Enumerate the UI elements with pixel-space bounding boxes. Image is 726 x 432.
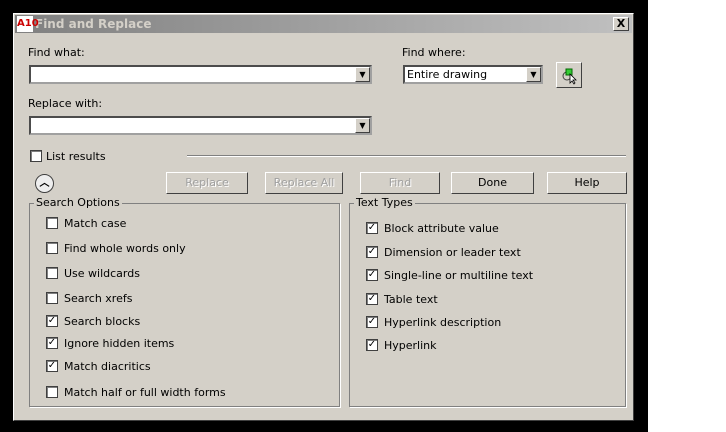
find-where-label: Find where:	[402, 46, 466, 59]
close-button[interactable]: X	[613, 17, 629, 31]
option-label: Hyperlink description	[384, 316, 502, 329]
find-where-value: Entire drawing	[407, 68, 488, 81]
list-results-label: List results	[46, 150, 106, 163]
option-label: Block attribute value	[384, 222, 499, 235]
find-button[interactable]: Find	[360, 172, 440, 194]
checkbox[interactable]	[46, 242, 58, 254]
find-what-label: Find what:	[28, 46, 85, 59]
checkbox[interactable]	[46, 267, 58, 279]
option-label: Dimension or leader text	[384, 246, 521, 259]
background-strip	[648, 0, 726, 432]
find-what-combo[interactable]: ▼	[29, 65, 372, 84]
replace-all-button[interactable]: Replace All	[265, 172, 343, 194]
title-bar[interactable]: A10 Find and Replace X	[15, 15, 632, 33]
checkbox[interactable]: ✓	[366, 246, 378, 258]
select-objects-button[interactable]	[556, 62, 582, 88]
app-icon: A10	[17, 16, 39, 32]
dialog-title: Find and Replace	[35, 17, 152, 31]
option-label: Search xrefs	[64, 292, 133, 305]
checkbox[interactable]	[46, 386, 58, 398]
option-label: Hyperlink	[384, 339, 437, 352]
replace-button[interactable]: Replace	[166, 172, 248, 194]
find-replace-dialog: A10 Find and Replace X Find what: ▼ Find…	[13, 13, 634, 421]
done-button[interactable]: Done	[451, 172, 534, 194]
collapse-options-button[interactable]: ︿	[35, 174, 54, 193]
help-button[interactable]: Help	[547, 172, 627, 194]
replace-with-combo[interactable]: ▼	[29, 116, 372, 135]
option-label: Find whole words only	[64, 242, 186, 255]
checkbox[interactable]: ✓	[46, 360, 58, 372]
find-where-select[interactable]: Entire drawing ▼	[403, 65, 543, 84]
checkbox[interactable]: ✓	[46, 315, 58, 327]
option-label: Single-line or multiline text	[384, 269, 534, 282]
list-results-checkbox[interactable]	[30, 150, 42, 162]
text-types-title: Text Types	[354, 196, 415, 209]
option-label: Match diacritics	[64, 360, 151, 373]
checkbox[interactable]	[46, 217, 58, 229]
chevron-down-icon[interactable]: ▼	[355, 118, 370, 133]
option-label: Use wildcards	[64, 267, 140, 280]
search-options-group: Search Options Match case Find whole word…	[29, 196, 340, 407]
checkbox[interactable]: ✓	[366, 339, 378, 351]
checkbox[interactable]: ✓	[366, 316, 378, 328]
replace-with-label: Replace with:	[28, 97, 103, 110]
option-label: Match half or full width forms	[64, 386, 226, 399]
text-types-group: Text Types ✓ Block attribute value ✓ Dimens…	[349, 196, 626, 407]
checkbox[interactable]: ✓	[46, 337, 58, 349]
chevron-up-icon: ︿	[39, 178, 50, 189]
option-label: Match case	[64, 217, 127, 230]
checkbox[interactable]: ✓	[366, 269, 378, 281]
option-label: Search blocks	[64, 315, 141, 328]
separator	[187, 155, 626, 157]
checkbox[interactable]: ✓	[366, 222, 378, 234]
checkbox[interactable]: ✓	[366, 293, 378, 305]
chevron-down-icon[interactable]: ▼	[355, 67, 370, 82]
chevron-down-icon[interactable]: ▼	[526, 67, 541, 82]
select-objects-icon	[562, 68, 577, 85]
search-options-title: Search Options	[34, 196, 122, 209]
checkbox[interactable]	[46, 292, 58, 304]
option-label: Ignore hidden items	[64, 337, 175, 350]
option-label: Table text	[384, 293, 438, 306]
